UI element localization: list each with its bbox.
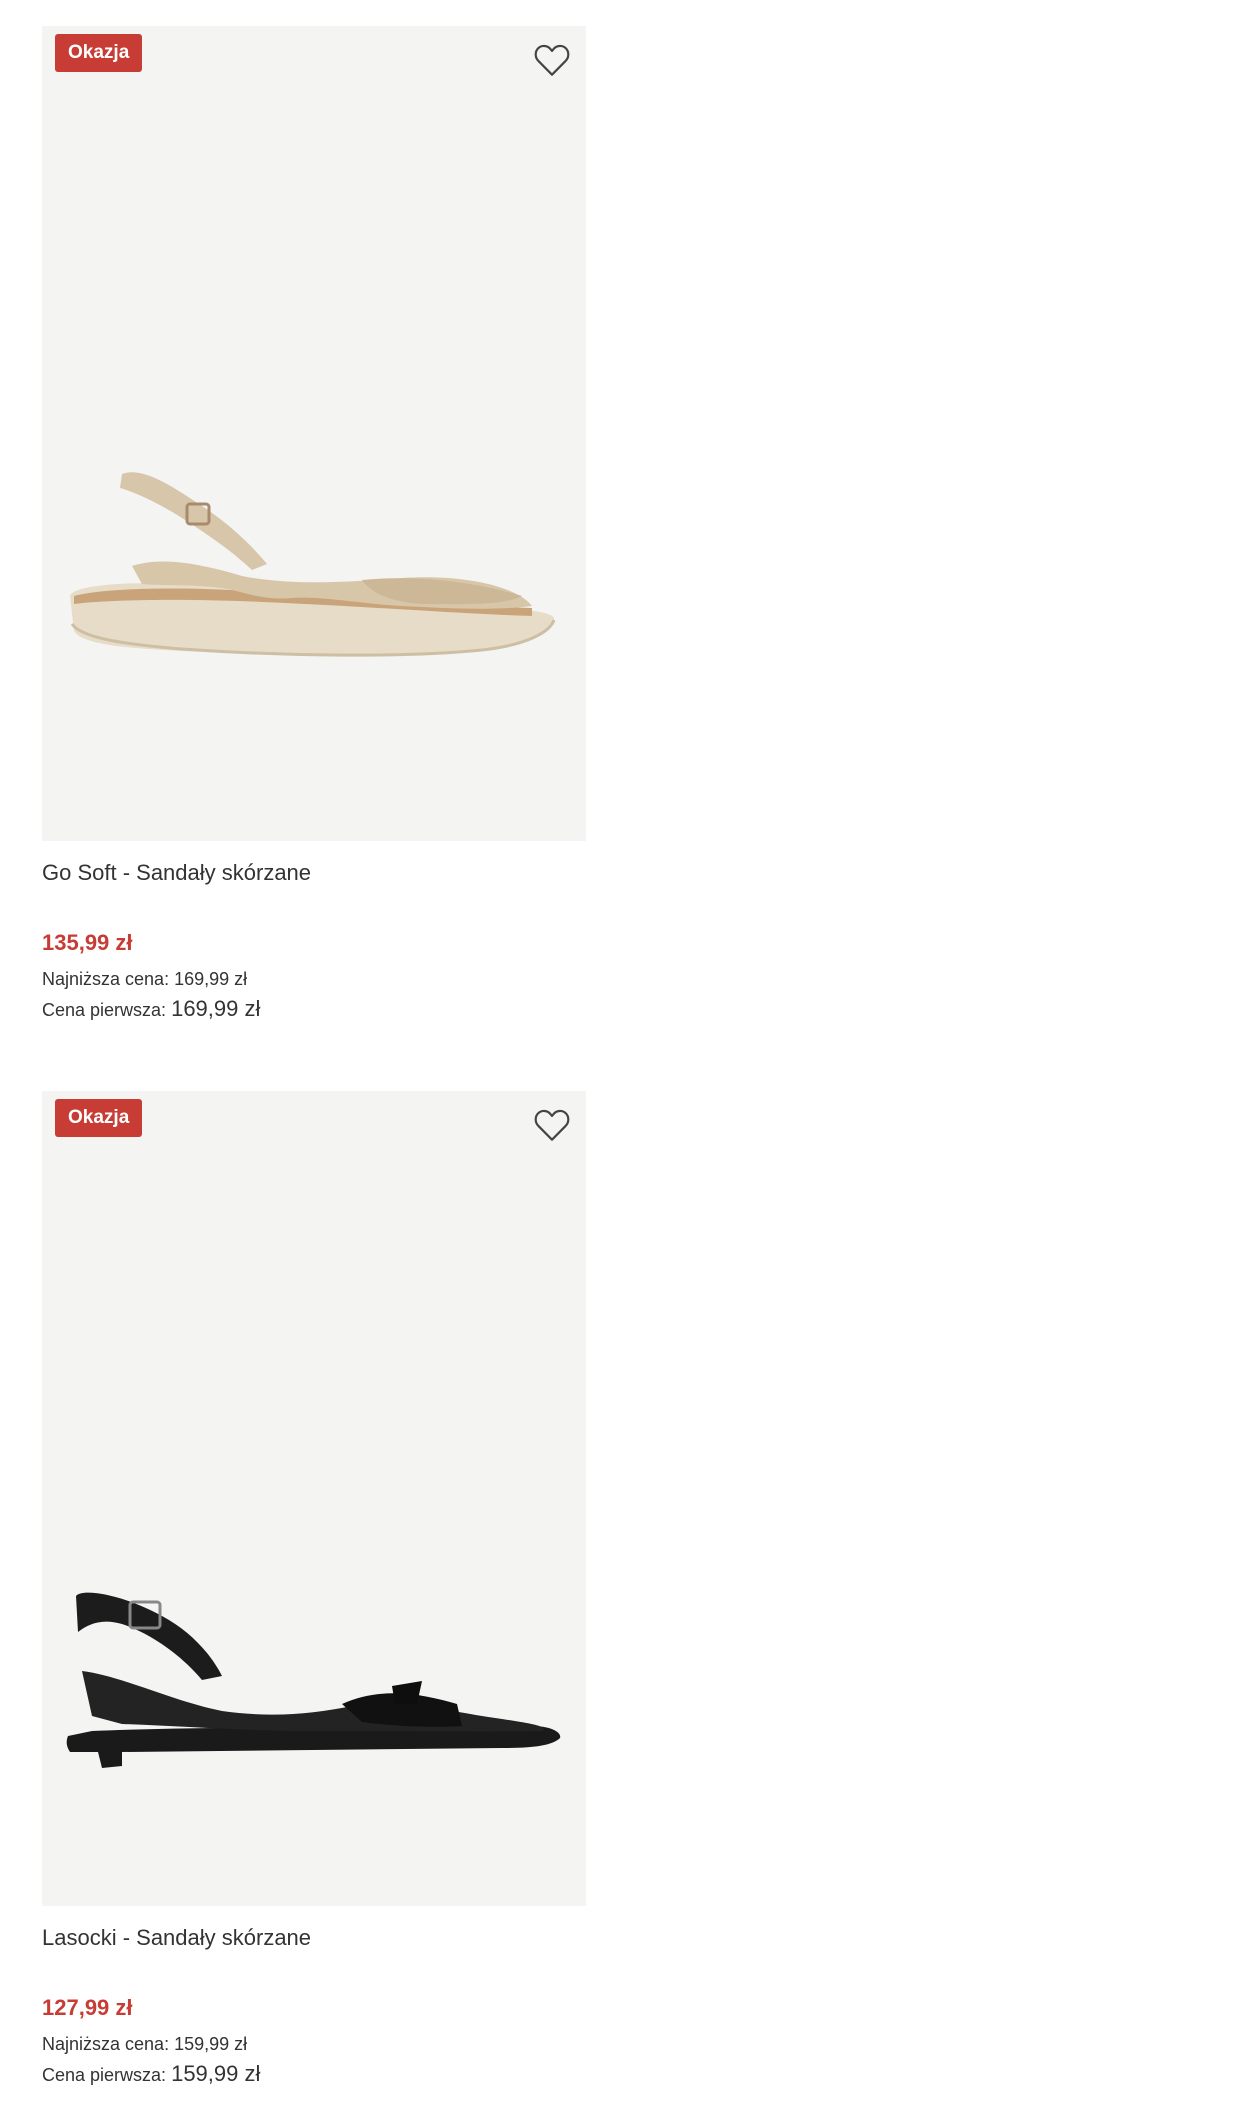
- product-card[interactable]: Okazja Go Soft - Sandały skórzane 135,99…: [42, 26, 586, 1025]
- deal-badge: Okazja: [55, 1099, 143, 1137]
- deal-badge: Okazja: [55, 34, 143, 72]
- product-title[interactable]: Go Soft - Sandały skórzane: [42, 858, 586, 888]
- beige-wedge-sandal-image: [70, 472, 556, 657]
- product-image[interactable]: Okazja: [42, 1091, 586, 1906]
- lowest-price-value: 159,99 zł: [174, 2034, 248, 2054]
- sale-price: 127,99 zł: [42, 1995, 133, 2020]
- lowest-price-line: Najniższa cena: 169,99 zł: [42, 964, 586, 994]
- product-image[interactable]: Okazja: [42, 26, 586, 841]
- product-card[interactable]: Okazja Lasocki - Sandały skórzane 127,99…: [42, 1091, 586, 2090]
- favorite-button[interactable]: [532, 40, 572, 80]
- black-slingback-sandal-image: [66, 1592, 561, 1768]
- lowest-price-label: Najniższa cena:: [42, 969, 170, 989]
- favorite-button[interactable]: [532, 1105, 572, 1145]
- first-price-label: Cena pierwsza:: [42, 2065, 167, 2085]
- lowest-price-line: Najniższa cena: 159,99 zł: [42, 2029, 586, 2059]
- sale-price: 135,99 zł: [42, 930, 133, 955]
- first-price-value: 159,99 zł: [171, 2061, 261, 2086]
- product-title[interactable]: Lasocki - Sandały skórzane: [42, 1923, 586, 1953]
- first-price-line: Cena pierwsza: 159,99 zł: [42, 2059, 586, 2090]
- lowest-price-value: 169,99 zł: [174, 969, 248, 989]
- heart-icon: [534, 1109, 570, 1141]
- first-price-label: Cena pierwsza:: [42, 1000, 167, 1020]
- lowest-price-label: Najniższa cena:: [42, 2034, 170, 2054]
- first-price-value: 169,99 zł: [171, 996, 261, 1021]
- first-price-line: Cena pierwsza: 169,99 zł: [42, 994, 586, 1025]
- heart-icon: [534, 44, 570, 76]
